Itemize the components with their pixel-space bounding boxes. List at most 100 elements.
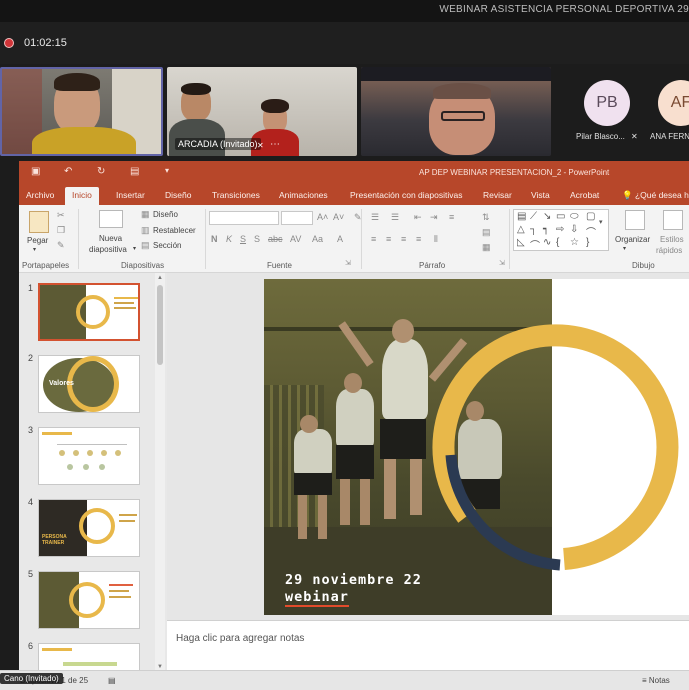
strikethrough-icon[interactable]: abc [268, 234, 283, 244]
tab-revisar[interactable]: Revisar [483, 190, 512, 200]
line-spacing-icon[interactable]: ≡ [449, 212, 454, 222]
brace-icon[interactable]: { [556, 237, 559, 248]
tab-insertar[interactable]: Insertar [116, 190, 145, 200]
arrange-icon[interactable] [625, 210, 645, 230]
present-icon[interactable]: ▤ [130, 166, 139, 177]
scrollbar-thumb[interactable] [157, 285, 163, 365]
chevron-down-icon[interactable]: ▾ [623, 245, 626, 252]
tab-presentacion[interactable]: Presentación con diapositivas [350, 190, 462, 200]
bracket-icon[interactable]: } [586, 237, 589, 248]
tab-animaciones[interactable]: Animaciones [279, 190, 328, 200]
layout-icon[interactable]: ▦ [141, 209, 150, 220]
align-text-icon[interactable]: ▤ [482, 227, 491, 238]
line-icon[interactable]: ⟋ [530, 211, 537, 222]
cut-icon[interactable]: ✂ [57, 210, 65, 221]
font-name-input[interactable] [209, 211, 279, 225]
shadow-icon[interactable]: S [254, 234, 260, 244]
case-icon[interactable]: Aa [312, 234, 323, 244]
smartart-icon[interactable]: ▦ [482, 242, 491, 253]
curve-icon[interactable]: ⌒ [530, 237, 540, 252]
quick-styles-icon[interactable] [663, 210, 683, 230]
indent-icon[interactable]: ⇤ [414, 212, 422, 223]
customize-toolbar-icon[interactable]: ▾ [165, 166, 169, 175]
rounded-rect-icon[interactable]: ▢ [586, 211, 595, 222]
notes-pane[interactable]: Haga clic para agregar notas [167, 620, 689, 676]
tab-diseno[interactable]: Diseño [165, 190, 191, 200]
slide-thumbnail-5[interactable] [38, 571, 140, 629]
avatar-ana[interactable]: AF [658, 80, 689, 126]
section-icon[interactable]: ▤ [141, 240, 150, 251]
bullets-icon[interactable]: ☰ [371, 212, 379, 223]
slide-date-text[interactable]: 29 noviembre 22 [285, 572, 422, 588]
arrange-button[interactable]: Organizar [615, 235, 650, 244]
slide-thumbnail-1[interactable] [38, 283, 140, 341]
quick-styles-button[interactable]: Estilos [660, 235, 684, 244]
section-button[interactable]: Sección [153, 241, 181, 250]
copy-icon[interactable]: ❐ [57, 225, 65, 236]
tab-archivo[interactable]: Archivo [26, 190, 54, 200]
current-slide[interactable]: 29 noviembre 22 webinar [264, 279, 689, 615]
notes-placeholder[interactable]: Haga clic para agregar notas [176, 633, 304, 644]
underline-icon[interactable]: S [240, 234, 246, 244]
italic-icon[interactable]: K [226, 234, 232, 244]
video-tile-arcadia[interactable]: ARCADIA (Invitado) ✕ ⋯ [167, 67, 357, 156]
freeform-icon[interactable]: ∿ [543, 237, 551, 248]
outdent-icon[interactable]: ⇥ [430, 212, 438, 223]
arrow-icon[interactable]: ↘ [543, 211, 551, 222]
align-right-icon[interactable]: ≡ [401, 234, 406, 244]
chevron-down-icon[interactable]: ▾ [33, 246, 36, 253]
tab-transiciones[interactable]: Transiciones [212, 190, 260, 200]
reset-button[interactable]: Restablecer [153, 226, 196, 235]
spacing-icon[interactable]: AV [290, 234, 301, 244]
align-left-icon[interactable]: ≡ [371, 234, 376, 244]
chevron-down-icon[interactable]: ▾ [133, 245, 136, 252]
notes-button[interactable]: ≡ Notas [642, 676, 670, 685]
bold-icon[interactable]: N [211, 234, 218, 244]
quick-styles-label[interactable]: rápidos [656, 246, 682, 255]
star-icon[interactable]: ☆ [570, 237, 579, 248]
shapes-gallery[interactable]: ▤ ⟋ ↘ ▭ ⬭ ▢ △ ┐ ┑ ⇨ ⇩ ⌒ ◺ ⌒ ∿ { ☆ } ▾ [513, 209, 609, 252]
video-tile-participant[interactable] [361, 67, 551, 156]
avatar-pilar[interactable]: PB [584, 80, 630, 126]
elbow-connector-icon[interactable]: ┐ [530, 224, 537, 235]
slide-subtitle-text[interactable]: webinar [285, 589, 349, 607]
scroll-up-icon[interactable]: ▲ [157, 275, 163, 281]
numbering-icon[interactable]: ☰ [391, 212, 399, 223]
reset-icon[interactable]: ▥ [141, 225, 150, 236]
new-slide-icon[interactable] [99, 210, 123, 228]
text-direction-icon[interactable]: ⇅ [482, 212, 490, 223]
justify-icon[interactable]: ≡ [416, 234, 421, 244]
text-box-icon[interactable]: ▤ [517, 211, 526, 222]
layout-button[interactable]: Diseño [153, 210, 178, 219]
tab-inicio[interactable]: Inicio [65, 187, 99, 205]
save-icon[interactable]: ▣ [31, 166, 40, 177]
grow-font-icon[interactable]: A˄ [317, 212, 328, 222]
font-color-icon[interactable]: A [337, 234, 343, 244]
down-arrow-icon[interactable]: ⇩ [570, 224, 578, 235]
columns-icon[interactable]: ⫴ [434, 234, 438, 245]
new-slide-button-label[interactable]: diapositiva [89, 245, 127, 254]
block-arrow-icon[interactable]: ⇨ [556, 224, 564, 235]
right-triangle-icon[interactable]: ◺ [517, 237, 525, 248]
shrink-font-icon[interactable]: A˅ [333, 212, 344, 222]
elbow-arrow-icon[interactable]: ┑ [543, 224, 549, 235]
slide-thumbnail-4[interactable]: PERSONA TRAINER [38, 499, 140, 557]
rectangle-icon[interactable]: ▭ [556, 211, 565, 222]
video-tile-active-speaker[interactable] [0, 67, 163, 156]
undo-icon[interactable]: ↶ [64, 166, 72, 177]
tell-me-search[interactable]: 💡 ¿Qué desea ha [622, 190, 689, 201]
slide-thumbnail-2[interactable]: Valores [38, 355, 140, 413]
gallery-more-icon[interactable]: ▾ [599, 218, 603, 226]
tab-vista[interactable]: Vista [531, 190, 550, 200]
spellcheck-icon[interactable]: ▤ [108, 676, 116, 685]
paste-button[interactable]: Pegar [27, 236, 48, 245]
triangle-icon[interactable]: △ [517, 224, 525, 235]
oval-icon[interactable]: ⬭ [570, 211, 579, 222]
slide-thumbnail-3[interactable] [38, 427, 140, 485]
font-size-input[interactable] [281, 211, 313, 225]
more-options-icon[interactable]: ⋯ [270, 139, 280, 150]
dialog-launcher-icon[interactable]: ⇲ [345, 259, 351, 267]
paste-icon[interactable] [29, 211, 49, 233]
new-slide-button[interactable]: Nueva [99, 234, 122, 243]
align-center-icon[interactable]: ≡ [386, 234, 391, 244]
